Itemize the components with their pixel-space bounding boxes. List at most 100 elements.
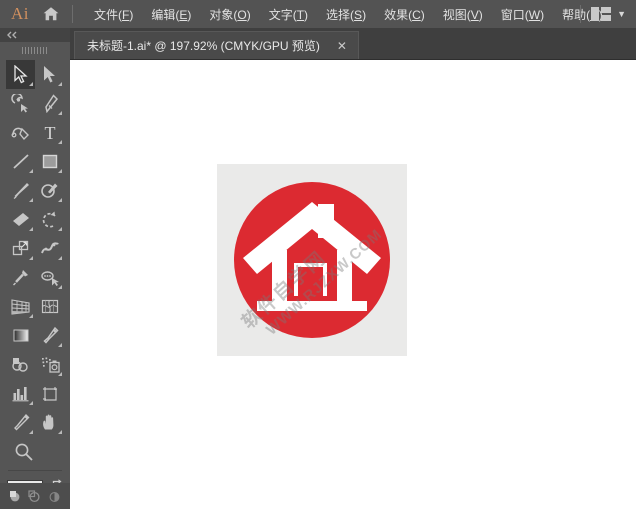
menu-item-list: 文件(F) 编辑(E) 对象(O) 文字(T) 选择(S) 效果(C) 视图(V…	[85, 2, 612, 27]
hand-tool[interactable]	[35, 408, 64, 437]
menu-item-select-label: 选择(	[326, 7, 355, 22]
slice-tool[interactable]	[6, 408, 35, 437]
menu-item-object-paren: )	[246, 7, 251, 22]
document-tab[interactable]: 未标题-1.ai* @ 197.92% (CMYK/GPU 预览) ✕	[74, 31, 359, 59]
menu-item-object-label: 对象(	[209, 7, 238, 22]
tool-flyout-indicator	[29, 401, 33, 405]
menu-item-select-mnemonic: S	[354, 7, 363, 22]
symbol-sprayer-tool[interactable]	[35, 350, 64, 379]
draw-behind-button[interactable]	[27, 488, 43, 504]
line-segment-tool[interactable]	[6, 147, 35, 176]
tool-flyout-indicator	[29, 227, 33, 231]
menu-item-select-paren: )	[362, 7, 367, 22]
zoom-tool[interactable]	[0, 437, 70, 466]
paintbrush-tool[interactable]	[6, 176, 35, 205]
draw-normal-button[interactable]	[8, 488, 24, 504]
tool-flyout-indicator	[58, 256, 62, 260]
svg-text:T: T	[44, 123, 55, 142]
rotate-tool[interactable]	[35, 205, 64, 234]
menu-item-file-paren: )	[129, 7, 134, 22]
menu-item-select[interactable]: 选择(S)	[317, 2, 375, 27]
base-shape	[257, 301, 367, 311]
free-transform-tool[interactable]	[6, 263, 35, 292]
menu-item-type-label: 文字(	[268, 7, 297, 22]
menu-item-view-mnemonic: V	[470, 7, 479, 22]
ai-app-logo: Ai	[11, 4, 29, 23]
eraser-tool[interactable]	[6, 205, 35, 234]
menu-item-window-paren: )	[540, 7, 545, 22]
menu-item-object[interactable]: 对象(O)	[200, 2, 259, 27]
artboard-tool[interactable]	[35, 379, 64, 408]
menubar-divider-1	[72, 5, 73, 23]
draw-mode-row	[0, 483, 70, 509]
home-icon-artwork[interactable]	[217, 164, 407, 356]
tool-flyout-indicator	[29, 198, 33, 202]
tool-flyout-indicator	[58, 430, 62, 434]
tool-flyout-indicator	[58, 169, 62, 173]
menu-item-view-label: 视图(	[442, 7, 471, 22]
tool-flyout-indicator	[58, 198, 62, 202]
shaper-tool[interactable]	[35, 176, 64, 205]
tool-flyout-indicator	[29, 430, 33, 434]
shape-builder-tool[interactable]	[35, 263, 64, 292]
mesh-tool[interactable]	[35, 292, 64, 321]
menu-item-effect-paren: )	[420, 7, 425, 22]
menu-item-edit-label: 编辑(	[151, 7, 180, 22]
illustrator-window: Ai 文件(F) 编辑(E) 对象(O) 文字(T) 选择(S) 效果(C) 视…	[0, 0, 636, 509]
artboard-1[interactable]: 软件自学网 WWW.RJZXW.COM	[217, 164, 407, 356]
curvature-tool[interactable]	[6, 118, 35, 147]
scale-tool[interactable]	[6, 234, 35, 263]
pen-tool[interactable]	[35, 89, 64, 118]
toolbar-divider	[8, 470, 62, 471]
menu-item-type-paren: )	[304, 7, 309, 22]
double-chevron-left-icon[interactable]	[0, 28, 70, 42]
blend-tool[interactable]	[6, 350, 35, 379]
chevron-down-icon[interactable]: ▼	[615, 9, 632, 19]
menu-item-window[interactable]: 窗口(W)	[492, 2, 553, 27]
home-icon[interactable]	[36, 0, 66, 28]
rectangle-tool[interactable]	[35, 147, 64, 176]
type-tool[interactable]: T	[35, 118, 64, 147]
right-wall-shape	[337, 250, 352, 308]
menu-item-edit-paren: )	[187, 7, 192, 22]
menu-item-effect-mnemonic: C	[412, 7, 421, 22]
tool-flyout-indicator	[29, 256, 33, 260]
menu-item-effect[interactable]: 效果(C)	[375, 2, 434, 27]
menubar-right-controls: ▼	[574, 0, 632, 28]
tool-flyout-indicator	[29, 169, 33, 173]
tool-flyout-indicator	[58, 82, 62, 86]
menu-item-edit[interactable]: 编辑(E)	[142, 2, 200, 27]
menu-item-type[interactable]: 文字(T)	[260, 2, 317, 27]
workspace-layout-icon[interactable]	[587, 7, 615, 21]
menu-item-object-mnemonic: O	[237, 7, 247, 22]
eyedropper-tool[interactable]	[35, 321, 64, 350]
column-graph-tool[interactable]	[6, 379, 35, 408]
tools-panel: T	[0, 28, 70, 509]
magic-wand-tool[interactable]	[6, 89, 35, 118]
menu-item-file-label: 文件(	[94, 7, 122, 22]
menu-item-type-mnemonic: T	[296, 7, 305, 22]
menu-item-effect-label: 效果(	[384, 7, 413, 22]
document-canvas[interactable]: 软件自学网 WWW.RJZXW.COM	[70, 59, 636, 509]
selection-tool[interactable]	[6, 60, 35, 89]
tool-flyout-indicator	[58, 343, 62, 347]
menu-item-view-paren: )	[478, 7, 483, 22]
tool-flyout-indicator	[58, 372, 62, 376]
draw-inside-button[interactable]	[46, 488, 62, 504]
tool-flyout-indicator	[58, 227, 62, 231]
width-tool[interactable]	[35, 234, 64, 263]
drag-grip-icon[interactable]	[0, 42, 70, 58]
left-wall-shape	[272, 250, 287, 308]
tool-flyout-indicator	[29, 82, 33, 86]
menu-item-view[interactable]: 视图(V)	[434, 2, 492, 27]
gradient-tool[interactable]	[6, 321, 35, 350]
perspective-grid-tool[interactable]	[6, 292, 35, 321]
menu-item-file[interactable]: 文件(F)	[85, 2, 142, 27]
close-icon[interactable]: ✕	[334, 40, 350, 52]
menubar-divider-2	[580, 5, 582, 23]
tool-flyout-indicator	[58, 285, 62, 289]
direct-selection-tool[interactable]	[35, 60, 64, 89]
menu-bar: Ai 文件(F) 编辑(E) 对象(O) 文字(T) 选择(S) 效果(C) 视…	[0, 0, 636, 28]
menu-item-window-label: 窗口(	[500, 7, 529, 22]
menu-item-window-mnemonic: W	[528, 7, 541, 22]
